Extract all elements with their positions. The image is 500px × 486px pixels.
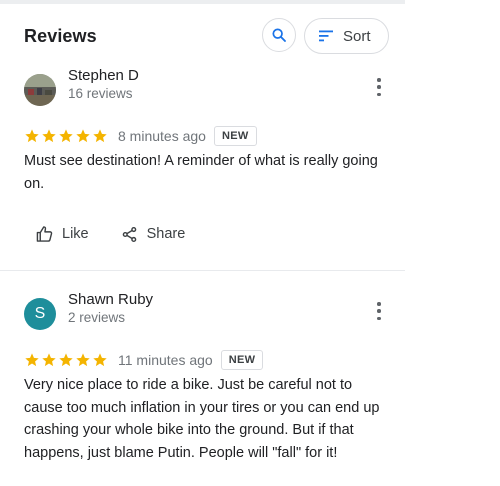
star-icon — [59, 353, 73, 367]
star-icon — [59, 129, 73, 143]
avatar-photo-image — [24, 74, 56, 106]
review-text: Very nice place to ride a bike. Just be … — [24, 377, 380, 461]
reviewer-review-count: 2 reviews — [68, 310, 126, 325]
like-label: Like — [62, 226, 89, 242]
more-dot — [377, 85, 381, 89]
review-text: Must see destination! A reminder of what… — [24, 153, 378, 192]
sort-button[interactable]: Sort — [304, 18, 389, 54]
star-icon — [93, 353, 107, 367]
sort-icon — [319, 30, 333, 42]
reviewer-review-count: 16 reviews — [68, 86, 133, 101]
star-icon — [42, 353, 56, 367]
rating-row: 11 minutes ago NEW — [24, 349, 264, 371]
star-icon — [25, 129, 39, 143]
more-options-button[interactable] — [372, 302, 386, 320]
star-icon — [42, 129, 56, 143]
review-time: 11 minutes ago — [118, 352, 213, 368]
new-badge: NEW — [213, 126, 257, 146]
review-actions: Like Share — [36, 222, 217, 246]
reviews-header: Reviews Sort — [0, 18, 405, 58]
share-button[interactable]: Share — [121, 226, 186, 243]
avatar[interactable]: S — [24, 298, 56, 330]
more-dot — [377, 316, 381, 320]
sort-label: Sort — [343, 27, 371, 45]
more-dot — [377, 302, 381, 306]
rating-row: 8 minutes ago NEW — [24, 125, 257, 147]
more-dot — [377, 78, 381, 82]
star-icon — [76, 353, 90, 367]
review-time: 8 minutes ago — [118, 128, 206, 144]
share-icon — [122, 226, 136, 242]
star-icon — [76, 129, 90, 143]
star-rating — [24, 128, 108, 144]
star-icon — [25, 353, 39, 367]
search-icon — [272, 28, 286, 42]
reviews-title: Reviews — [24, 26, 97, 46]
avatar[interactable] — [24, 74, 56, 106]
star-rating — [24, 352, 108, 368]
reviewer-name[interactable]: Stephen D — [68, 67, 139, 84]
like-button[interactable]: Like — [36, 226, 89, 242]
thumbs-up-icon — [36, 226, 53, 242]
more-dot — [377, 92, 381, 96]
star-icon — [93, 129, 107, 143]
share-label: Share — [146, 226, 186, 242]
reviewer-name[interactable]: Shawn Ruby — [68, 291, 153, 308]
more-options-button[interactable] — [372, 78, 386, 96]
review-divider — [0, 270, 405, 271]
more-dot — [377, 309, 381, 313]
new-badge: NEW — [220, 350, 264, 370]
reviews-panel: Reviews Sort Stephen D 16 reviews 8 minu… — [0, 0, 405, 486]
search-reviews-button[interactable] — [262, 18, 296, 52]
